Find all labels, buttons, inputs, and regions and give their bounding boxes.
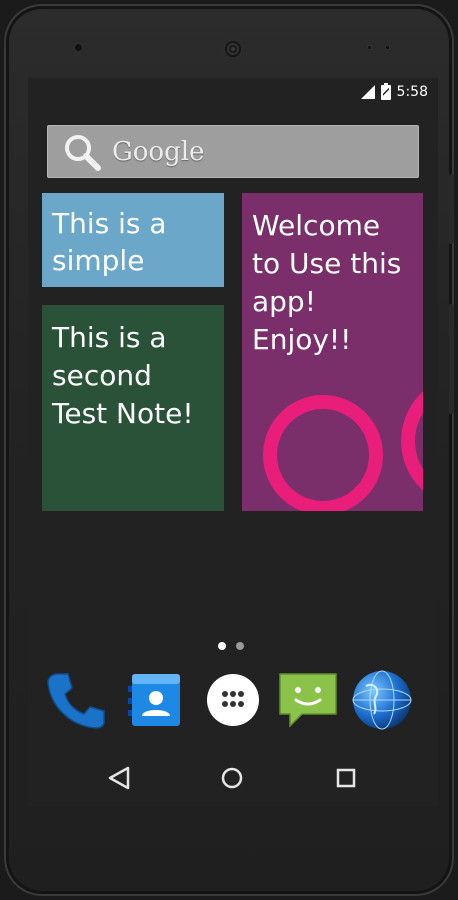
front-camera — [73, 42, 84, 53]
google-search-bar[interactable]: Google — [47, 125, 419, 178]
signal-icon — [360, 85, 375, 99]
battery-charging-icon — [380, 82, 391, 100]
page-dot — [236, 642, 244, 650]
power-button — [449, 304, 454, 414]
search-icon — [65, 134, 101, 171]
app-dock — [28, 668, 438, 738]
note-welcome[interactable]: Welcome to Use this app! Enjoy!! — [242, 193, 423, 511]
home-icon[interactable] — [216, 762, 248, 794]
phone-frame: 5:58 Google This is a simple This is a s… — [4, 4, 454, 896]
volume-button — [449, 174, 454, 244]
note-text: Welcome to Use this app! Enjoy!! — [252, 209, 402, 356]
status-bar: 5:58 — [28, 78, 438, 106]
note-text: This is a second Test Note! — [52, 321, 194, 430]
app-drawer-icon[interactable] — [201, 668, 265, 732]
sensor-dot — [366, 44, 373, 51]
browser-app-icon[interactable] — [350, 668, 414, 732]
note-simple[interactable]: This is a simple — [42, 193, 224, 287]
home-screen: 5:58 Google This is a simple This is a s… — [28, 78, 438, 806]
note-text: This is a simple — [52, 207, 167, 277]
search-label: Google — [112, 136, 205, 167]
back-icon[interactable] — [104, 762, 136, 794]
navigation-bar — [28, 750, 438, 806]
recents-icon[interactable] — [330, 762, 362, 794]
sensor-dot — [384, 44, 391, 51]
phone-app-icon[interactable] — [44, 668, 108, 732]
status-time: 5:58 — [396, 84, 428, 100]
note-second[interactable]: This is a second Test Note! — [42, 305, 224, 511]
earpiece-speaker — [222, 38, 244, 60]
messaging-app-icon[interactable] — [276, 668, 340, 732]
page-dot-active — [218, 642, 226, 650]
page-indicator — [218, 642, 244, 650]
contacts-app-icon[interactable] — [124, 668, 188, 732]
